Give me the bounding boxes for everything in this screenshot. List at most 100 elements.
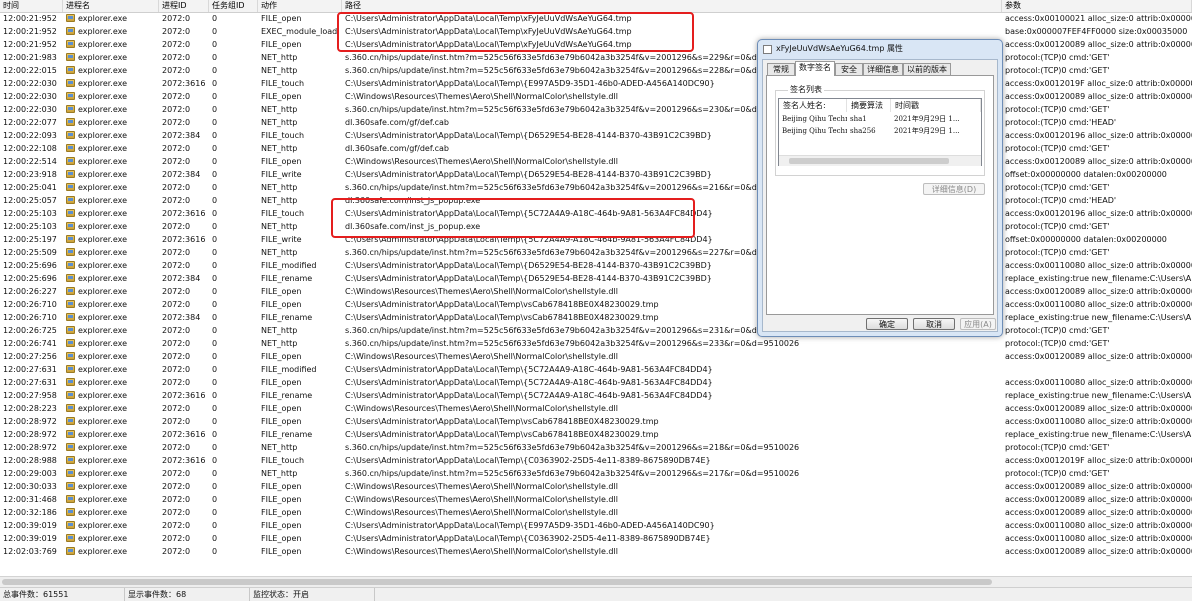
table-row[interactable]: 12:00:39:019 explorer.exe 2072:0 0 FILE_open… (0, 519, 1192, 532)
table-row[interactable]: 12:00:21:983 explorer.exe 2072:0 0 NET_http s… (0, 51, 1192, 64)
table-row[interactable]: 12:00:22:030 explorer.exe 2072:0 0 FILE_open… (0, 90, 1192, 103)
table-row[interactable]: 12:00:26:710 explorer.exe 2072:384 0 FILE_re… (0, 311, 1192, 324)
cell-task-group-text: 0 (212, 352, 218, 361)
cell-process-text: explorer.exe (78, 157, 128, 166)
table-row[interactable]: 12:00:26:710 explorer.exe 2072:0 0 FILE_open… (0, 298, 1192, 311)
table-row[interactable]: 12:00:29:003 explorer.exe 2072:0 0 NET_http s… (0, 467, 1192, 480)
tab-security[interactable]: 安全 (835, 63, 863, 75)
tab-digital-signatures[interactable]: 数字签名 (795, 61, 835, 76)
column-header-params[interactable]: 参数 (1002, 0, 1192, 12)
tab-previous-versions[interactable]: 以前的版本 (903, 63, 951, 75)
table-row[interactable]: 12:00:22:030 explorer.exe 2072:3616 0 FILE_t… (0, 77, 1192, 90)
table-row[interactable]: 12:00:27:256 explorer.exe 2072:0 0 FILE_open… (0, 350, 1192, 363)
sig-column-timestamp[interactable]: 时间戳 (891, 99, 981, 112)
table-row[interactable]: 12:00:27:631 explorer.exe 2072:0 0 FILE_open… (0, 376, 1192, 389)
column-header-time[interactable]: 时间 (0, 0, 63, 12)
cell-time: 12:00:21:952 (0, 38, 63, 51)
table-row[interactable]: 12:00:39:019 explorer.exe 2072:0 0 FILE_open… (0, 532, 1192, 545)
cell-action-text: FILE_rename (261, 313, 313, 322)
table-row[interactable]: 12:00:26:741 explorer.exe 2072:0 0 NET_http s… (0, 337, 1192, 350)
signature-scrollbar-thumb[interactable] (789, 158, 949, 164)
cell-time-text: 12:00:25:197 (3, 235, 57, 244)
cell-task-group: 0 (209, 116, 258, 129)
ok-button[interactable]: 确定 (866, 318, 908, 330)
column-header-path[interactable]: 路径 (342, 0, 1002, 12)
column-header-pid[interactable]: 进程ID (159, 0, 209, 12)
tab-details[interactable]: 详细信息 (863, 63, 903, 75)
process-icon (66, 66, 75, 74)
cell-task-group: 0 (209, 545, 258, 558)
sig-column-digest[interactable]: 摘要算法 (847, 99, 891, 112)
cell-action: FILE_rename (258, 389, 342, 402)
signature-scrollbar[interactable] (779, 155, 981, 166)
cell-path: C:\Windows\Resources\Themes\Aero\Shell\N… (342, 506, 1002, 519)
table-row[interactable]: 12:00:31:468 explorer.exe 2072:0 0 FILE_open… (0, 493, 1192, 506)
cell-process-text: explorer.exe (78, 456, 128, 465)
table-row[interactable]: 12:00:28:223 explorer.exe 2072:0 0 FILE_open… (0, 402, 1192, 415)
sig-row-1-signer[interactable]: Beijing Qihu Techn... (779, 114, 847, 125)
cell-params-text: protocol:(TCP)0 cmd:'GET' (1005, 248, 1110, 257)
cell-path: C:\Users\Administrator\AppData\Local\Tem… (342, 519, 1002, 532)
table-row[interactable]: 12:00:28:972 explorer.exe 2072:0 0 FILE_open… (0, 415, 1192, 428)
cell-params: protocol:(TCP)0 cmd:'GET' (1002, 103, 1192, 116)
cell-path-text: C:\Windows\Resources\Themes\Aero\Shell\N… (345, 404, 618, 413)
cell-action: NET_http (258, 337, 342, 350)
table-row[interactable]: 12:00:26:725 explorer.exe 2072:0 0 NET_http s… (0, 324, 1192, 337)
table-row[interactable]: 12:00:22:015 explorer.exe 2072:0 0 NET_http s… (0, 64, 1192, 77)
scrollbar-thumb[interactable] (2, 579, 992, 585)
table-row[interactable]: 12:02:03:769 explorer.exe 2072:0 0 FILE_open… (0, 545, 1192, 558)
tab-general[interactable]: 常规 (767, 63, 795, 75)
column-header-process[interactable]: 进程名 (63, 0, 159, 12)
cell-time-text: 12:00:30:033 (3, 482, 57, 491)
table-row[interactable]: 12:00:26:227 explorer.exe 2072:0 0 FILE_open… (0, 285, 1192, 298)
table-row[interactable]: 12:00:25:509 explorer.exe 2072:0 0 NET_http s… (0, 246, 1192, 259)
sig-row-1-digest[interactable]: sha1 (847, 114, 891, 125)
cell-path: s.360.cn/hips/update/inst.htm?m=525c56f6… (342, 337, 1002, 350)
table-row[interactable]: 12:00:22:030 explorer.exe 2072:0 0 NET_http s… (0, 103, 1192, 116)
event-list[interactable]: 12:00:21:952 explorer.exe 2072:0 0 FILE_open… (0, 12, 1192, 576)
process-icon (66, 521, 75, 529)
sig-column-signer[interactable]: 签名人姓名: (779, 99, 847, 112)
cell-process-text: explorer.exe (78, 183, 128, 192)
cell-time: 12:00:26:710 (0, 311, 63, 324)
cell-task-group-text: 0 (212, 378, 218, 387)
sig-row-2-timestamp[interactable]: 2021年9月29日 1... (891, 126, 981, 137)
cell-pid: 2072:0 (159, 376, 209, 389)
table-row[interactable]: 12:00:22:077 explorer.exe 2072:0 0 NET_http d… (0, 116, 1192, 129)
cell-process-text: explorer.exe (78, 391, 128, 400)
apply-button[interactable]: 应用(A) (960, 318, 996, 330)
table-row[interactable]: 12:00:28:972 explorer.exe 2072:3616 0 FILE_r… (0, 428, 1192, 441)
table-row[interactable]: 12:00:32:186 explorer.exe 2072:0 0 FILE_open… (0, 506, 1192, 519)
details-button[interactable]: 详细信息(D) (923, 183, 985, 195)
table-row[interactable]: 12:00:25:696 explorer.exe 2072:0 0 FILE_modi… (0, 259, 1192, 272)
cell-task-group-text: 0 (212, 521, 218, 530)
cell-params: protocol:(TCP)0 cmd:'GET' (1002, 220, 1192, 233)
table-row[interactable]: 12:00:28:988 explorer.exe 2072:3616 0 FILE_t… (0, 454, 1192, 467)
sig-row-2-digest[interactable]: sha256 (847, 126, 891, 137)
cell-pid-text: 2072:0 (162, 339, 191, 348)
table-row[interactable]: 12:00:25:041 explorer.exe 2072:0 0 NET_http s… (0, 181, 1192, 194)
cell-pid: 2072:0 (159, 363, 209, 376)
table-row[interactable]: 12:00:27:631 explorer.exe 2072:0 0 FILE_modi… (0, 363, 1192, 376)
signature-table[interactable]: 签名人姓名: 摘要算法 时间戳 Beijing Qihu Techn... sh… (778, 98, 982, 166)
table-row[interactable]: 12:00:22:108 explorer.exe 2072:0 0 NET_http d… (0, 142, 1192, 155)
cell-time: 12:00:22:514 (0, 155, 63, 168)
sig-row-1-timestamp[interactable]: 2021年9月29日 1... (891, 114, 981, 125)
cell-action: FILE_touch (258, 129, 342, 142)
table-row[interactable]: 12:00:22:093 explorer.exe 2072:384 0 FILE_to… (0, 129, 1192, 142)
cell-params-text: access:0x0012019F alloc_size:0 attrib:0x… (1005, 79, 1192, 88)
cancel-button[interactable]: 取消 (913, 318, 955, 330)
process-icon (66, 443, 75, 451)
column-header-task-group[interactable]: 任务组ID (209, 0, 258, 12)
table-row[interactable]: 12:00:27:958 explorer.exe 2072:3616 0 FILE_r… (0, 389, 1192, 402)
cell-path: C:\Users\Administrator\AppData\Local\Tem… (342, 428, 1002, 441)
table-row[interactable]: 12:00:25:696 explorer.exe 2072:384 0 FILE_re… (0, 272, 1192, 285)
column-header-action[interactable]: 动作 (258, 0, 342, 12)
table-row[interactable]: 12:00:28:972 explorer.exe 2072:0 0 NET_http s… (0, 441, 1192, 454)
table-row[interactable]: 12:00:23:918 explorer.exe 2072:384 0 FILE_wr… (0, 168, 1192, 181)
horizontal-scrollbar[interactable] (0, 576, 1192, 587)
table-row[interactable]: 12:00:30:033 explorer.exe 2072:0 0 FILE_open… (0, 480, 1192, 493)
table-row[interactable]: 12:00:22:514 explorer.exe 2072:0 0 FILE_open… (0, 155, 1192, 168)
cell-task-group-text: 0 (212, 209, 218, 218)
sig-row-2-signer[interactable]: Beijing Qihu Techn... (779, 126, 847, 137)
